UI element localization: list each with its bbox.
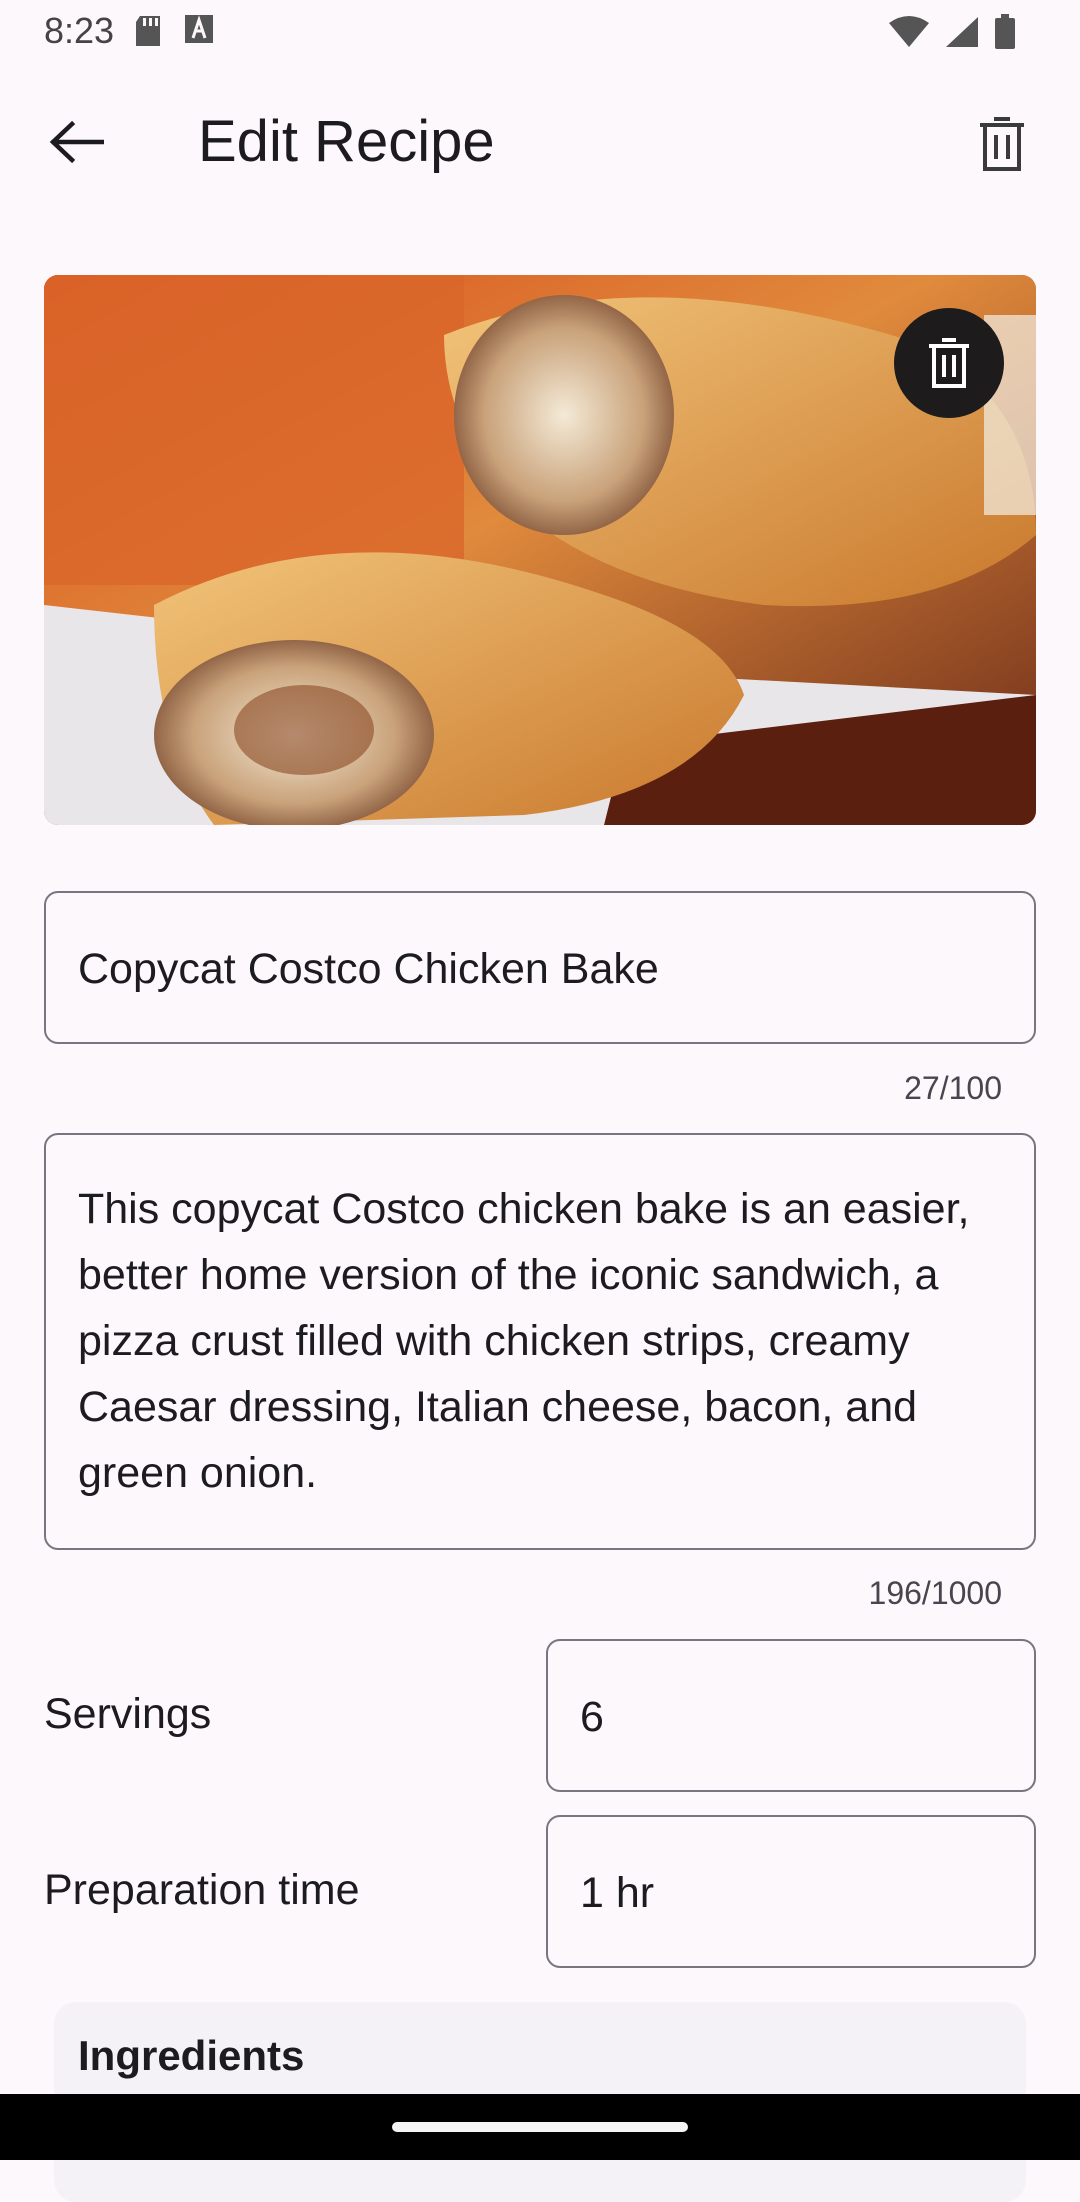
ingredients-title: Ingredients <box>78 2032 305 2079</box>
prep-time-value: 1 hr <box>580 1869 655 1917</box>
top-app-bar: Edit Recipe <box>0 64 1080 216</box>
servings-field[interactable]: 6 <box>546 1639 1036 1792</box>
home-gesture-handle[interactable] <box>392 2122 688 2132</box>
status-time: 8:23 <box>44 10 115 51</box>
trash-icon <box>929 338 969 388</box>
battery-icon <box>994 14 1016 55</box>
back-button[interactable] <box>40 106 112 178</box>
system-nav-bar <box>0 2094 1080 2160</box>
description-value: This copycat Costco chicken bake is an e… <box>78 1185 970 1497</box>
status-right-icons <box>888 14 1016 55</box>
recipe-photo[interactable] <box>44 275 1036 825</box>
arrow-left-icon <box>49 120 104 164</box>
prep-time-field[interactable]: 1 hr <box>546 1815 1036 1968</box>
status-bar: 8:23 <box>0 0 1080 64</box>
recipe-photo-illustration <box>44 275 1036 825</box>
status-left-icons <box>134 14 214 53</box>
delete-recipe-button[interactable] <box>966 104 1038 184</box>
description-counter: 196/1000 <box>868 1575 1002 1611</box>
remove-photo-button[interactable] <box>894 308 1004 418</box>
prep-time-label: Preparation time <box>44 1866 360 1914</box>
servings-label: Servings <box>44 1690 212 1738</box>
trash-icon <box>980 117 1024 171</box>
recipe-name-field[interactable]: Copycat Costco Chicken Bake <box>44 891 1036 1044</box>
wifi-icon <box>888 15 930 54</box>
page-title: Edit Recipe <box>198 109 495 174</box>
sd-card-icon <box>134 14 162 53</box>
signal-icon <box>944 15 980 54</box>
recipe-name-counter: 27/100 <box>904 1070 1002 1106</box>
description-field[interactable]: This copycat Costco chicken bake is an e… <box>44 1133 1036 1550</box>
servings-value: 6 <box>580 1693 604 1741</box>
font-a-icon <box>184 14 214 53</box>
recipe-name-value: Copycat Costco Chicken Bake <box>78 945 659 993</box>
